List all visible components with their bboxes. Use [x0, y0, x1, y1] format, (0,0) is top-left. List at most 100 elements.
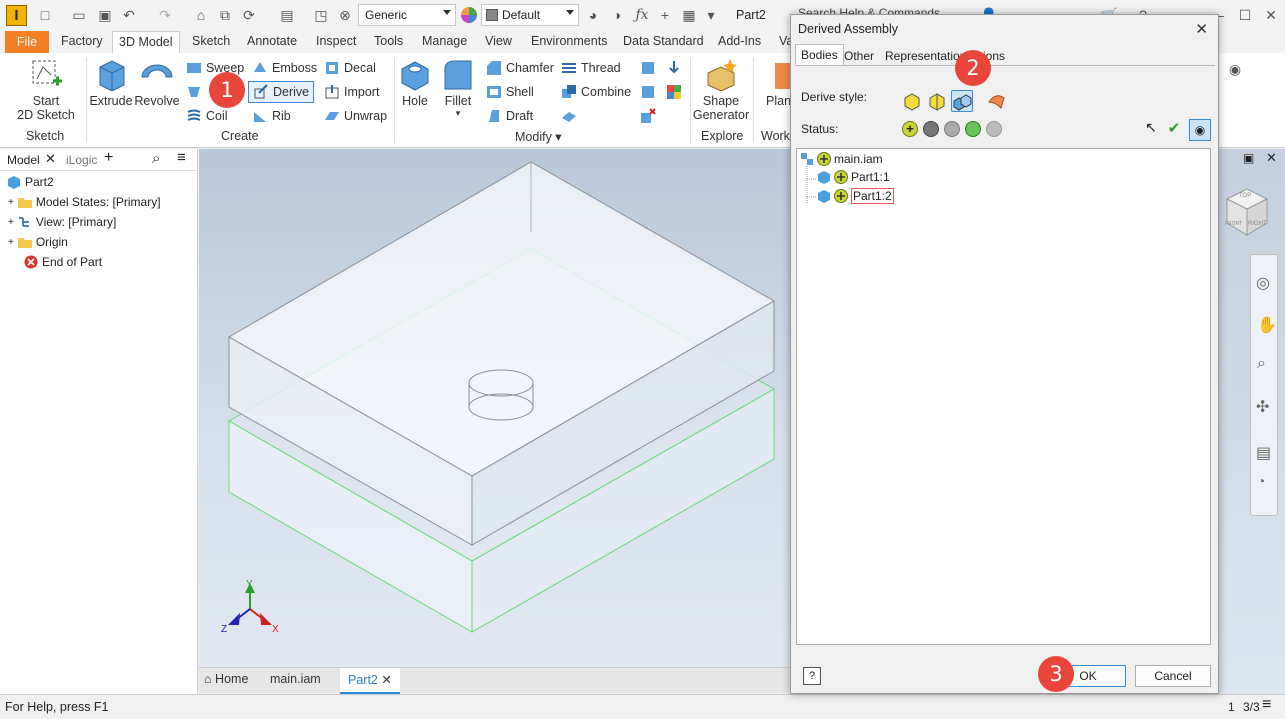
view-options-icon[interactable]: ◔ [1257, 473, 1265, 489]
measure-icon[interactable]: ◳ [312, 6, 330, 24]
start-2d-sketch-button[interactable]: Start 2D Sketch [17, 57, 75, 122]
cancel-button[interactable]: Cancel [1135, 665, 1211, 687]
status-intersect-icon[interactable] [965, 121, 981, 137]
combine-button[interactable]: Combine [561, 84, 631, 100]
status-menu-icon[interactable]: ≡ [1262, 696, 1271, 714]
tab-environments[interactable]: Environments [531, 34, 607, 48]
dialog-tab-representation[interactable]: Representation [885, 49, 966, 63]
tree-node-main-iam[interactable]: main.iam [800, 152, 883, 166]
status-include-icon[interactable]: + [902, 121, 918, 137]
coil-button[interactable]: Coil [186, 108, 228, 124]
revolve-button[interactable]: Revolve [128, 57, 186, 108]
derive-style-solid-seams[interactable] [926, 90, 948, 112]
no-appearance-icon[interactable]: ⊗ [336, 6, 354, 24]
tree-node-part1-1[interactable]: Part1:1 [817, 170, 890, 184]
chamfer-button[interactable]: Chamfer [486, 60, 554, 76]
tab-tools[interactable]: Tools [374, 34, 403, 48]
dialog-close-icon[interactable]: ✕ [1195, 20, 1208, 38]
delete-face-button[interactable] [640, 108, 656, 124]
derive-style-multiple-bodies[interactable] [951, 90, 973, 112]
derive-style-surfaces[interactable] [986, 90, 1008, 112]
home-icon[interactable]: ⌂ [192, 6, 210, 24]
ribbon-options-icon[interactable]: ◉ [1226, 60, 1244, 78]
customize-icon[interactable]: ▾ [702, 6, 720, 24]
clear-appearance-icon[interactable]: ◑ [608, 6, 626, 24]
preview-eye-icon[interactable]: ◉ [1189, 119, 1211, 141]
undo-icon[interactable]: ↶ [120, 6, 138, 24]
tab-add-ins[interactable]: Add-Ins [718, 34, 761, 48]
doc-tab-part2[interactable]: Part2 ✕ [340, 668, 400, 694]
appearance-button[interactable] [666, 84, 682, 100]
emboss-button[interactable]: Emboss [252, 60, 317, 76]
doc-tab-home[interactable]: ⌂ Home [204, 672, 248, 686]
tab-inspect[interactable]: Inspect [316, 34, 356, 48]
redo-icon[interactable]: ↷ [156, 6, 174, 24]
menu-icon[interactable]: ≡ [177, 149, 186, 166]
tab-data-standard[interactable]: Data Standard [623, 34, 704, 48]
look-at-icon[interactable]: ▤ [1256, 443, 1271, 463]
tab-factory[interactable]: Factory [61, 34, 103, 48]
fillet-button[interactable]: Fillet ▾ [429, 57, 487, 119]
copy-object-button[interactable] [640, 84, 656, 100]
dialog-help-button[interactable]: ? [803, 667, 821, 685]
browser-item-model-states[interactable]: + Model States: [Primary] [8, 195, 161, 209]
browser-item-end-of-part[interactable]: End of Part [24, 255, 102, 269]
tab-sketch[interactable]: Sketch [192, 34, 230, 48]
select-from-base-icon[interactable]: ↖ [1141, 119, 1161, 139]
tab-model[interactable]: Model [7, 153, 40, 167]
zoom-icon[interactable]: ⌕ [1257, 355, 1266, 373]
rib-button[interactable]: Rib [252, 108, 291, 124]
status-exclude-icon[interactable] [923, 121, 939, 137]
tab-view[interactable]: View [485, 34, 512, 48]
direct-edit-button[interactable] [561, 108, 577, 124]
tab-file[interactable]: File [5, 31, 49, 53]
thread-button[interactable]: Thread [561, 60, 621, 76]
restore-window-icon[interactable]: ▣ [1243, 151, 1254, 165]
color-wheel-icon[interactable] [460, 6, 478, 24]
shape-generator-button[interactable]: Shape Generator [692, 57, 750, 122]
browser-item-part2[interactable]: Part2 [7, 175, 54, 189]
tab-annotate[interactable]: Annotate [247, 34, 297, 48]
pan-icon[interactable]: ✋ [1257, 315, 1277, 335]
doc-tab-main-iam[interactable]: main.iam [270, 672, 321, 686]
qr-icon[interactable]: ▦ [680, 6, 698, 24]
appearance-combo[interactable]: Generic [358, 4, 456, 26]
close-model-tab-icon[interactable]: ✕ [45, 151, 56, 167]
shell-button[interactable]: Shell [486, 84, 534, 100]
tab-3d-model[interactable]: 3D Model [112, 31, 180, 54]
function-icon[interactable]: ƒx [633, 6, 651, 24]
loft-button[interactable] [186, 84, 202, 100]
tree-node-part1-2[interactable]: Part1:2 [817, 188, 894, 204]
dialog-tab-other[interactable]: Other [844, 49, 874, 63]
browser-item-origin[interactable]: + Origin [8, 235, 68, 249]
app-logo[interactable]: I [6, 5, 27, 26]
draft-button[interactable]: Draft [486, 108, 533, 124]
update-icon[interactable]: ⟳ [240, 6, 258, 24]
graphics-viewport[interactable]: Y X Z [199, 149, 790, 667]
tab-ilogic[interactable]: iLogic [66, 153, 97, 167]
derive-button[interactable]: Derive [248, 81, 315, 103]
orbit-icon[interactable]: ✣ [1256, 397, 1269, 417]
close-icon[interactable]: ✕ [1262, 6, 1280, 24]
save-icon[interactable]: ▣ [96, 6, 114, 24]
steering-wheel-icon[interactable]: ◎ [1256, 273, 1270, 293]
split-button[interactable] [640, 60, 656, 76]
decal-button[interactable]: Decal [324, 60, 376, 76]
open-folder-icon[interactable]: ▭ [70, 6, 88, 24]
move-face-button[interactable] [666, 60, 682, 76]
new-file-icon[interactable]: □ [36, 6, 54, 24]
unwrap-button[interactable]: Unwrap [324, 108, 387, 124]
status-subtract-icon[interactable] [944, 121, 960, 137]
add-icon[interactable]: + [656, 6, 674, 24]
adjust-appearance-icon[interactable]: ◕ [584, 6, 602, 24]
select-icon[interactable]: ▤ [278, 6, 296, 24]
dialog-tab-bodies[interactable]: Bodies [795, 44, 844, 65]
add-tab-icon[interactable]: + [104, 149, 113, 167]
return-icon[interactable]: ⧉ [216, 6, 234, 24]
status-bounding-box-icon[interactable] [986, 121, 1002, 137]
material-combo[interactable]: Default [481, 4, 579, 26]
search-icon[interactable]: ⌕ [152, 150, 160, 167]
browser-item-view[interactable]: + View: [Primary] [8, 215, 116, 229]
close-tab-icon[interactable]: ✕ [381, 673, 391, 687]
import-button[interactable]: Import [324, 84, 379, 100]
